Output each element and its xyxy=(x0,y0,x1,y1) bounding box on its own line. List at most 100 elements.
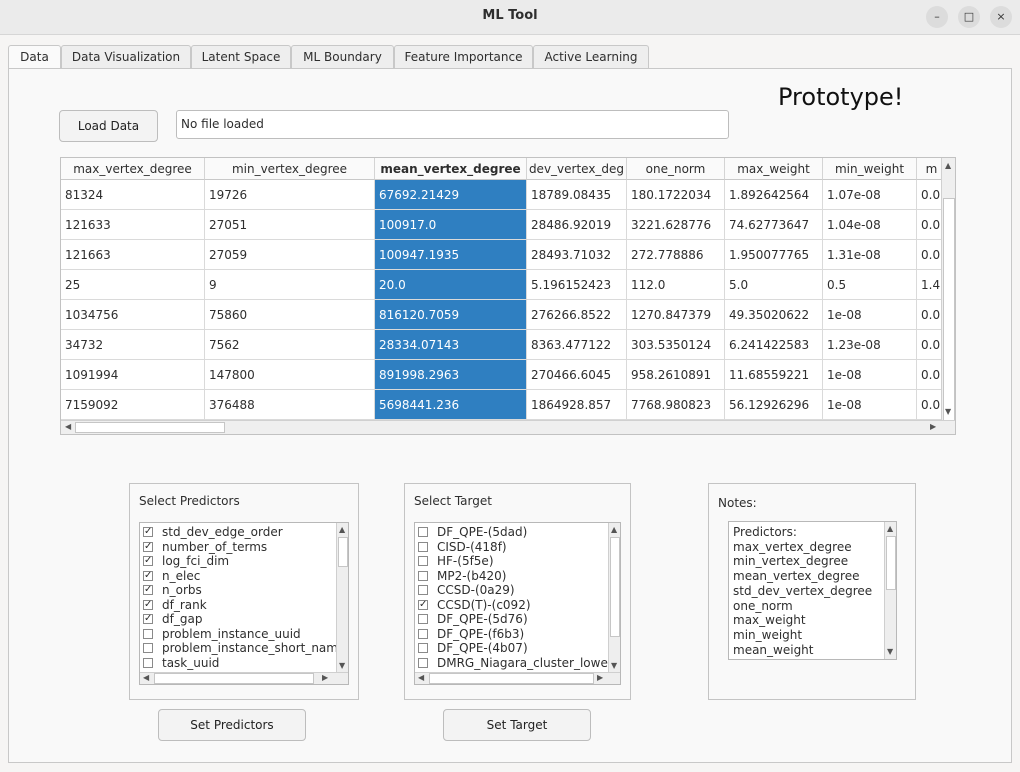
minimize-button[interactable]: – xyxy=(926,6,948,28)
set-target-button[interactable]: Set Target xyxy=(443,709,591,741)
scroll-left-icon[interactable]: ◀ xyxy=(143,673,149,682)
target-hscroll[interactable]: ◀ ▶ xyxy=(415,672,620,684)
table-cell[interactable]: 7768.980823 xyxy=(627,390,725,420)
scroll-down-icon[interactable]: ▼ xyxy=(945,407,951,416)
scroll-right-icon[interactable]: ▶ xyxy=(930,422,936,431)
table-cell[interactable]: 8363.477122 xyxy=(527,330,627,360)
predictors-list[interactable]: ✓ std_dev_edge_order ✓ number_of_terms ✓ log_… xyxy=(139,522,349,685)
checkbox[interactable]: ✓ xyxy=(143,556,153,566)
table-cell[interactable]: 1.31e-08 xyxy=(823,240,917,270)
table-cell[interactable]: 1.04e-08 xyxy=(823,210,917,240)
maximize-button[interactable]: □ xyxy=(958,6,980,28)
scroll-left-icon[interactable]: ◀ xyxy=(65,422,71,431)
checkbox[interactable]: ✓ xyxy=(143,570,153,581)
table-cell[interactable]: 0.5 xyxy=(823,270,917,300)
notes-vscroll-thumb[interactable] xyxy=(886,536,896,590)
data-table[interactable]: max_vertex_degree min_vertex_degree mean_v… xyxy=(60,157,956,435)
target-vscroll-thumb[interactable] xyxy=(610,537,620,637)
table-horizontal-scrollbar[interactable]: ◀ ▶ xyxy=(61,420,955,434)
table-cell[interactable]: 28486.92019 xyxy=(527,210,627,240)
column-header[interactable]: min_vertex_degree xyxy=(205,158,375,180)
table-vscroll-thumb[interactable] xyxy=(943,198,955,423)
checkbox[interactable] xyxy=(418,628,428,639)
scroll-down-icon[interactable]: ▼ xyxy=(611,661,617,670)
table-cell[interactable]: 7159092 xyxy=(61,390,205,420)
table-cell[interactable]: 1.950077765 xyxy=(725,240,823,270)
table-cell[interactable]: 28334.07143 xyxy=(375,330,527,360)
table-vertical-scrollbar[interactable]: ▲ ▼ xyxy=(941,158,955,423)
table-cell[interactable]: 56.12926296 xyxy=(725,390,823,420)
checkbox[interactable]: ✓ xyxy=(143,599,153,610)
table-cell[interactable]: 20.0 xyxy=(375,270,527,300)
table-cell[interactable]: 816120.7059 xyxy=(375,300,527,330)
table-cell[interactable]: 9 xyxy=(205,270,375,300)
tab-data[interactable]: Data xyxy=(8,45,61,70)
checkbox[interactable] xyxy=(418,643,428,653)
file-status-field[interactable]: No file loaded xyxy=(176,110,729,139)
target-list[interactable]: DF_QPE-(5dad) CISD-(418f) HF-(5f5e) MP2-(b4… xyxy=(414,522,621,685)
table-cell[interactable]: 112.0 xyxy=(627,270,725,300)
checkbox[interactable] xyxy=(418,570,428,581)
checkbox[interactable] xyxy=(418,556,428,566)
checkbox[interactable] xyxy=(418,585,428,595)
column-header[interactable]: one_norm xyxy=(627,158,725,180)
table-cell[interactable]: 49.35020622 xyxy=(725,300,823,330)
column-header[interactable]: max_vertex_degree xyxy=(61,158,205,180)
target-vscroll[interactable]: ▲ ▼ xyxy=(608,523,620,672)
table-cell[interactable]: 270466.6045 xyxy=(527,360,627,390)
table-cell[interactable]: 1091994 xyxy=(61,360,205,390)
tab-latent-space[interactable]: Latent Space xyxy=(191,45,291,68)
table-cell[interactable]: 1034756 xyxy=(61,300,205,330)
table-cell[interactable]: 276266.8522 xyxy=(527,300,627,330)
scroll-up-icon[interactable]: ▲ xyxy=(611,525,617,534)
checkbox[interactable] xyxy=(418,614,428,624)
table-cell[interactable]: 1270.847379 xyxy=(627,300,725,330)
table-cell[interactable]: 11.68559221 xyxy=(725,360,823,390)
table-cell[interactable]: 81324 xyxy=(61,180,205,210)
table-cell[interactable]: 34732 xyxy=(61,330,205,360)
table-cell[interactable]: 1.892642564 xyxy=(725,180,823,210)
table-cell[interactable]: 18789.08435 xyxy=(527,180,627,210)
table-cell[interactable]: 74.62773647 xyxy=(725,210,823,240)
checkbox[interactable] xyxy=(143,643,153,653)
table-cell[interactable]: 1e-08 xyxy=(823,360,917,390)
predictors-vscroll-thumb[interactable] xyxy=(338,537,348,567)
checkbox[interactable]: ✓ xyxy=(143,614,153,624)
checkbox[interactable] xyxy=(418,527,428,537)
table-hscroll-thumb[interactable] xyxy=(75,422,225,433)
table-cell[interactable]: 1864928.857 xyxy=(527,390,627,420)
column-header[interactable]: max_weight xyxy=(725,158,823,180)
table-cell[interactable]: 3221.628776 xyxy=(627,210,725,240)
table-cell[interactable]: 75860 xyxy=(205,300,375,330)
notes-text[interactable]: Predictors: max_vertex_degree min_vertex_d… xyxy=(728,521,897,660)
checkbox[interactable]: ✓ xyxy=(418,599,428,610)
column-header[interactable]: min_weight xyxy=(823,158,917,180)
checkbox[interactable] xyxy=(143,628,153,639)
scroll-down-icon[interactable]: ▼ xyxy=(339,661,345,670)
scroll-up-icon[interactable]: ▲ xyxy=(945,161,951,170)
table-cell[interactable]: 121633 xyxy=(61,210,205,240)
table-cell[interactable]: 1e-08 xyxy=(823,300,917,330)
table-cell[interactable]: 5.196152423 xyxy=(527,270,627,300)
scroll-up-icon[interactable]: ▲ xyxy=(339,525,345,534)
table-cell[interactable]: 1e-08 xyxy=(823,390,917,420)
table-cell[interactable]: 100947.1935 xyxy=(375,240,527,270)
table-cell[interactable]: 121663 xyxy=(61,240,205,270)
scroll-up-icon[interactable]: ▲ xyxy=(887,524,893,533)
scroll-down-icon[interactable]: ▼ xyxy=(887,647,893,656)
predictors-hscroll-thumb[interactable] xyxy=(154,673,314,684)
table-cell[interactable]: 28493.71032 xyxy=(527,240,627,270)
table-cell[interactable]: 147800 xyxy=(205,360,375,390)
predictors-hscroll[interactable]: ◀ ▶ xyxy=(140,672,348,684)
table-cell[interactable]: 1.07e-08 xyxy=(823,180,917,210)
table-cell[interactable]: 27051 xyxy=(205,210,375,240)
table-cell[interactable]: 5698441.236 xyxy=(375,390,527,420)
checkbox[interactable] xyxy=(418,541,428,552)
scroll-right-icon[interactable]: ▶ xyxy=(597,673,603,682)
target-hscroll-thumb[interactable] xyxy=(429,673,594,684)
checkbox[interactable]: ✓ xyxy=(143,585,153,595)
close-button[interactable]: × xyxy=(990,6,1012,28)
tab-feature-importance[interactable]: Feature Importance xyxy=(394,45,533,68)
table-cell[interactable]: 27059 xyxy=(205,240,375,270)
checkbox[interactable]: ✓ xyxy=(143,527,153,537)
